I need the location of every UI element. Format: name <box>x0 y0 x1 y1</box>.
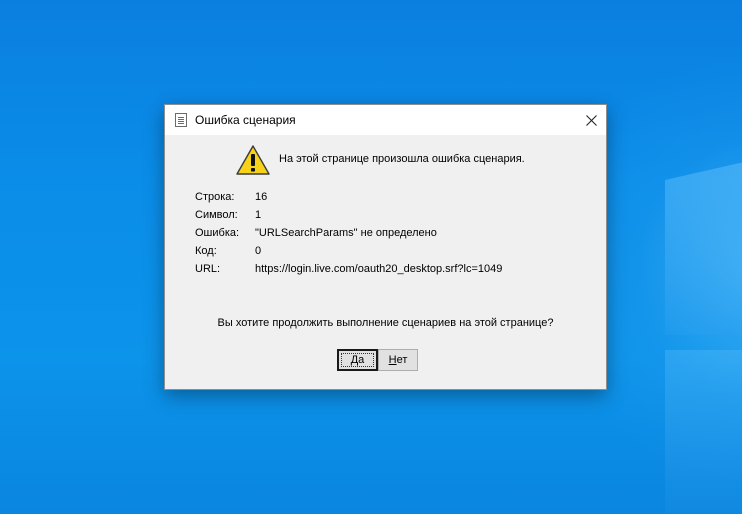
detail-label: URL: <box>195 263 221 275</box>
warning-icon <box>236 145 270 175</box>
dialog-titlebar[interactable]: Ошибка сценария <box>165 105 606 135</box>
no-button[interactable]: Нет <box>378 349 418 371</box>
yes-button-rest: а <box>358 354 365 366</box>
detail-value: "URLSearchParams" не определено <box>255 227 437 239</box>
close-icon <box>585 114 597 126</box>
close-button[interactable] <box>576 105 606 135</box>
detail-label: Код: <box>195 245 217 257</box>
detail-label: Строка: <box>195 191 235 203</box>
detail-value: https://login.live.com/oauth20_desktop.s… <box>255 263 503 275</box>
windows-logo-pane-bottom <box>665 350 742 514</box>
dialog-title: Ошибка сценария <box>195 113 296 127</box>
detail-value: 0 <box>255 245 262 257</box>
windows-logo-pane-top <box>665 155 742 335</box>
yes-button[interactable]: Да <box>337 349 378 371</box>
detail-label: Ошибка: <box>195 227 240 239</box>
detail-value: 1 <box>255 209 262 221</box>
detail-value: 16 <box>255 191 268 203</box>
detail-label: Символ: <box>195 209 238 221</box>
yes-button-accel: Д <box>350 354 359 366</box>
document-icon <box>175 113 187 127</box>
error-message: На этой странице произошла ошибка сценар… <box>279 153 525 165</box>
dialog-content: На этой странице произошла ошибка сценар… <box>165 135 606 390</box>
dialog-buttons: Да Нет <box>337 349 418 371</box>
no-button-rest: ет <box>396 354 408 366</box>
script-error-dialog: Ошибка сценария На этой странице произош… <box>164 104 607 390</box>
continue-question: Вы хотите продолжить выполнение сценарие… <box>217 317 554 329</box>
no-button-accel: Н <box>388 354 397 366</box>
